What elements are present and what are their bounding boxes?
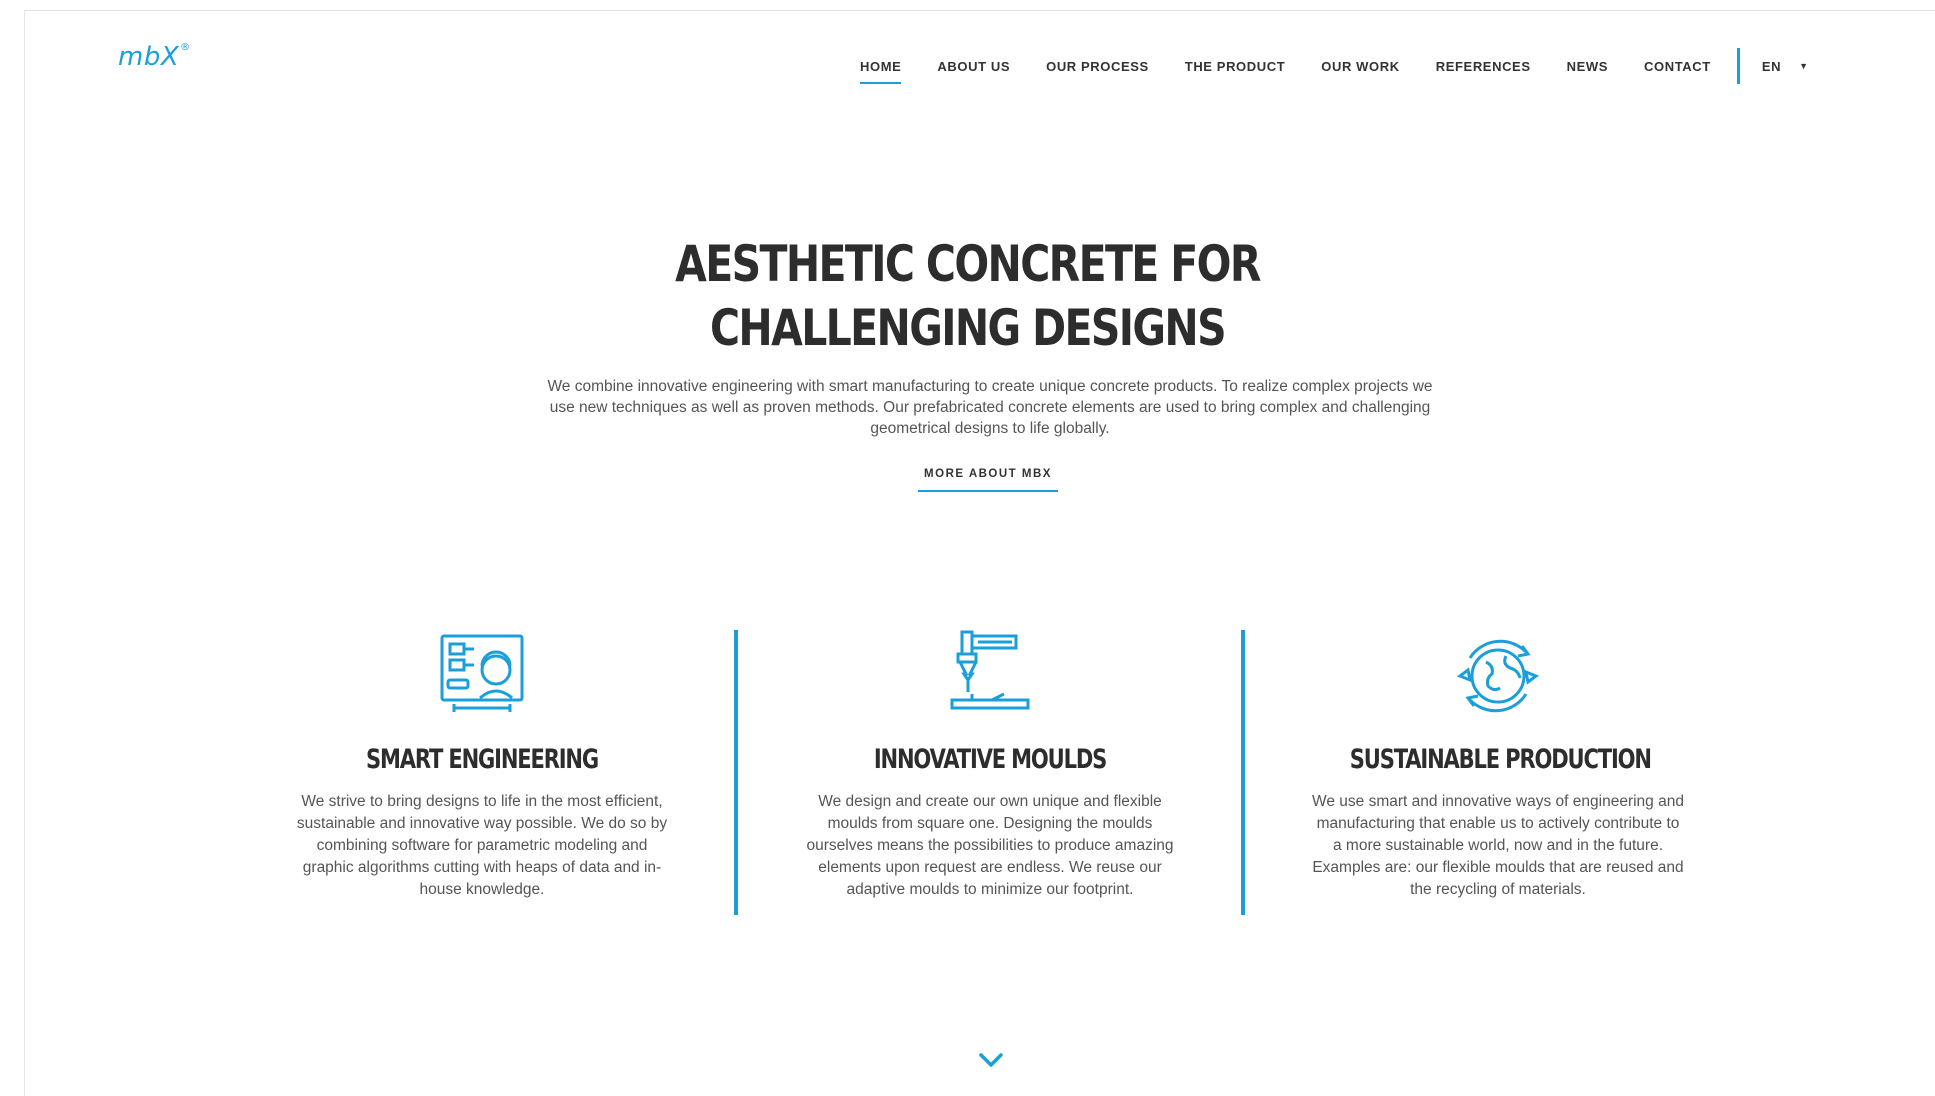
feature-sustainable-production: SUSTAINABLE PRODUCTION We use smart and …: [1308, 628, 1688, 901]
hero-title-line-2: CHALLENGING DESIGNS: [709, 299, 1227, 357]
more-about-link[interactable]: MORE ABOUT MBX: [918, 468, 1058, 492]
language-selector[interactable]: EN ▼: [1762, 59, 1809, 74]
robot-arm-icon: [950, 630, 1030, 710]
feature-text: We use smart and innovative ways of engi…: [1312, 793, 1684, 898]
nav-item-references[interactable]: REFERENCES: [1436, 59, 1531, 74]
nav-item-contact[interactable]: CONTACT: [1644, 59, 1711, 74]
page-frame: [24, 10, 1935, 1096]
column-divider: [1241, 630, 1245, 915]
nav-separator: [1736, 48, 1740, 84]
hero-title: AESTHETIC CONCRETE FOR CHALLENGING DESIG…: [174, 232, 1761, 360]
logo[interactable]: mbX®: [118, 42, 191, 72]
nav-item-home[interactable]: HOME: [860, 59, 902, 84]
nav-item-about-us[interactable]: ABOUT US: [937, 59, 1010, 74]
main-nav: HOME ABOUT US OUR PROCESS THE PRODUCT OU…: [860, 48, 1809, 84]
nav-item-our-process[interactable]: OUR PROCESS: [1046, 59, 1149, 74]
caret-down-icon: ▼: [1799, 61, 1809, 71]
hero-title-line-1: AESTHETIC CONCRETE FOR: [675, 235, 1261, 293]
feature-smart-engineering: SMART ENGINEERING We strive to bring des…: [292, 628, 672, 901]
feature-title: INNOVATIVE MOULDS: [873, 744, 1107, 775]
recycle-globe-icon: [1456, 639, 1540, 713]
feature-title: SMART ENGINEERING: [365, 744, 599, 775]
nav-item-news[interactable]: NEWS: [1567, 59, 1608, 74]
logo-text: mbX: [118, 42, 180, 72]
feature-text: We design and create our own unique and …: [806, 793, 1174, 898]
language-label: EN: [1761, 58, 1782, 74]
nav-item-the-product[interactable]: THE PRODUCT: [1185, 59, 1286, 74]
column-divider: [734, 630, 738, 915]
chevron-down-icon[interactable]: [976, 1050, 1006, 1070]
feature-text: We strive to bring designs to life in th…: [296, 793, 668, 898]
engineering-screen-icon: [440, 634, 524, 712]
logo-mark: ®: [180, 42, 191, 53]
nav-item-our-work[interactable]: OUR WORK: [1321, 59, 1399, 74]
feature-title: SUSTAINABLE PRODUCTION: [1349, 744, 1652, 775]
hero-description: We combine innovative engineering with s…: [547, 378, 1433, 437]
feature-innovative-moulds: INNOVATIVE MOULDS We design and create o…: [800, 628, 1180, 901]
